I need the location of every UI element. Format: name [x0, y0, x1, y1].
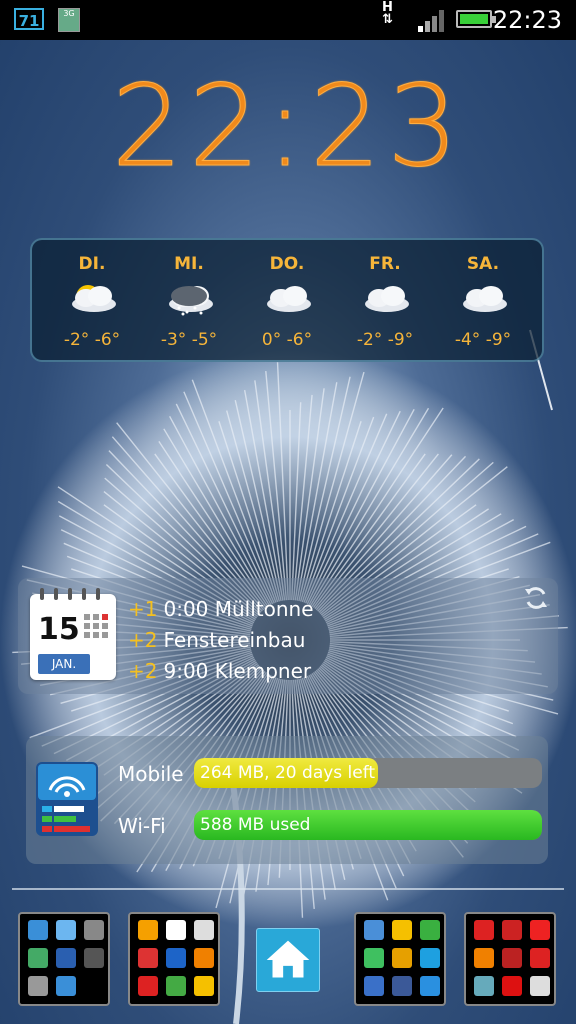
event-text: 0:00 Mülltonne [163, 597, 314, 621]
dict-icon [194, 976, 214, 996]
cart-icon [138, 948, 158, 968]
cloud-icon [267, 286, 311, 312]
refresh-icon[interactable] [522, 584, 550, 612]
browser-icon [364, 976, 384, 996]
temperature-range: 0° -6° [261, 330, 313, 350]
wifi-usage-bar: 588 MB used [194, 810, 542, 840]
navigation-icon [194, 948, 214, 968]
partly-sunny-icon [72, 285, 116, 312]
whatsapp-icon [364, 948, 384, 968]
communication-folder[interactable] [354, 912, 446, 1006]
shopping-folder[interactable] [128, 912, 220, 1006]
amazon-icon [138, 920, 158, 940]
grid-icon [84, 614, 108, 638]
settings-icon [28, 948, 48, 968]
day-name: FR. [369, 254, 401, 274]
android-icon [84, 920, 104, 940]
event-offset: +2 [128, 628, 158, 652]
forecast-day: DO. 0° -6° [237, 254, 337, 350]
tv-icon [502, 920, 522, 940]
media-icon [28, 920, 48, 940]
calendar-month: JAN. [38, 654, 90, 674]
mobile-usage-bar: 264 MB, 20 days left [194, 758, 542, 788]
day-name: DI. [78, 254, 106, 274]
mail-icon [364, 920, 384, 940]
snow-cloud-icon [169, 286, 213, 316]
day-name: DO. [269, 254, 305, 274]
calendar-icon[interactable]: 15 JAN. [30, 588, 116, 680]
talk-icon [392, 948, 412, 968]
signal-icon [418, 10, 444, 32]
db-icon [138, 976, 158, 996]
sparkasse-icon [166, 948, 186, 968]
skype-icon [420, 948, 440, 968]
data-usage-icon [36, 762, 98, 836]
network-type-icon: H ⇅ [382, 0, 393, 27]
forecast-day: DI. -2° -6° [42, 254, 142, 350]
news-folder[interactable] [464, 912, 556, 1006]
temperature-range: -3° -5° [160, 330, 218, 350]
day-name: MI. [174, 254, 204, 274]
rss-icon [474, 948, 494, 968]
tv-guide-icon [530, 976, 550, 996]
mobile-label: Mobile [118, 762, 184, 786]
mobile-usage-text: 264 MB, 20 days left [200, 763, 376, 783]
wifi-label: Wi-Fi [118, 814, 166, 838]
temperature-range: -2° -9° [356, 330, 414, 350]
email-icon [392, 920, 412, 940]
forecast-day: FR. -2° -9° [335, 254, 435, 350]
cloud-icon [365, 286, 409, 312]
music-icon [530, 948, 550, 968]
youtube-icon [502, 976, 522, 996]
tram-icon [166, 976, 186, 996]
gallery-icon [474, 976, 494, 996]
event-offset: +1 [128, 597, 158, 621]
day-name: SA. [466, 254, 500, 274]
event-text: Fenstereinbau [163, 628, 306, 652]
video-icon [502, 948, 522, 968]
weather-widget[interactable]: DI. -2° -6° MI. -3° -5° DO. 0° -6° FR. -2° -9° S… [30, 238, 544, 362]
temperature-range: -2° -6° [63, 330, 121, 350]
facebook-icon [392, 976, 412, 996]
news-icon [474, 920, 494, 940]
forecast-day: SA. -4° -9° [433, 254, 533, 350]
globe-icon [420, 976, 440, 996]
3g-icon: 3G [58, 8, 80, 32]
battery-icon [84, 948, 104, 968]
cloud-icon [463, 286, 507, 312]
wifi-usage-text: 588 MB used [200, 815, 311, 835]
notification-badge[interactable]: 71 [14, 8, 44, 30]
home-button[interactable] [256, 928, 320, 992]
list-item[interactable]: +2 9:00 Klempner [128, 656, 314, 687]
event-text: 9:00 Klempner [163, 659, 312, 683]
bild-icon [530, 920, 550, 940]
apps-icon [56, 920, 76, 940]
list-item[interactable]: +1 0:00 Mülltonne [128, 594, 314, 625]
calendar-day: 15 [38, 612, 80, 647]
event-offset: +2 [128, 659, 158, 683]
status-bar: 71 3G H ⇅ 22:23 [0, 0, 576, 40]
binder-rings [40, 588, 100, 600]
gps-icon [56, 948, 76, 968]
clock-widget[interactable]: 22:23 [0, 62, 576, 193]
status-time: 22:23 [492, 6, 562, 34]
event-list: +1 0:00 Mülltonne +2 Fenstereinbau +2 9:00 … [128, 594, 314, 687]
calc-icon [28, 976, 48, 996]
forecast-day: MI. -3° -5° [139, 254, 239, 350]
dock-divider [12, 888, 564, 890]
network-type-label: H [382, 0, 393, 15]
temperature-range: -4° -9° [454, 330, 512, 350]
play-store-icon [194, 920, 214, 940]
tools-folder[interactable] [18, 912, 110, 1006]
list-item[interactable]: +2 Fenstereinbau [128, 625, 314, 656]
camera-icon [56, 976, 76, 996]
calendar-widget[interactable]: 15 JAN. +1 0:00 Mülltonne +2 Fenstereinbau… [18, 578, 558, 694]
phone-icon [420, 920, 440, 940]
battery-icon [456, 10, 496, 28]
home-icon [266, 940, 310, 978]
ebay-icon [166, 920, 186, 940]
data-usage-widget[interactable]: Mobile 264 MB, 20 days left Wi-Fi 588 MB… [26, 736, 548, 864]
